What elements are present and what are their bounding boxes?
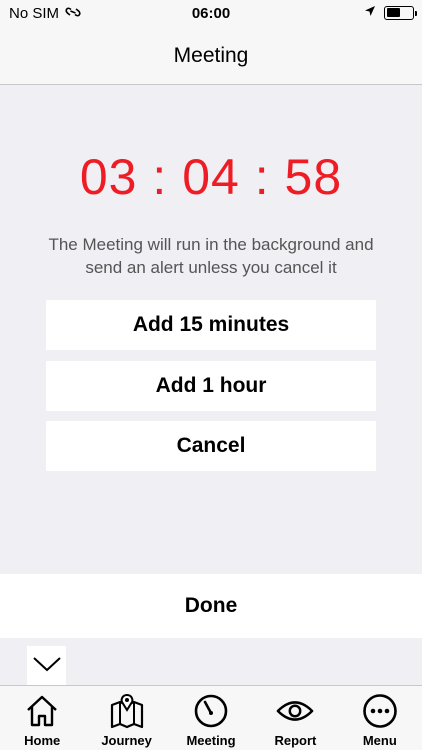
timer-icon bbox=[192, 692, 230, 730]
collapse-toggle[interactable] bbox=[27, 646, 66, 686]
navigation-bar: Meeting bbox=[0, 28, 422, 85]
tab-report[interactable]: Report bbox=[253, 686, 337, 750]
timer-minutes: 04 bbox=[182, 149, 240, 205]
done-button[interactable]: Done bbox=[0, 574, 422, 638]
more-icon bbox=[361, 692, 399, 730]
add-15-minutes-button[interactable]: Add 15 minutes bbox=[46, 300, 376, 350]
status-time: 06:00 bbox=[191, 5, 231, 22]
tab-label: Report bbox=[274, 733, 317, 748]
timer-hours: 03 bbox=[79, 149, 138, 205]
background-message: The Meeting will run in the background a… bbox=[20, 233, 402, 279]
tab-label: Menu bbox=[362, 733, 397, 748]
status-indicators bbox=[364, 4, 417, 21]
eye-icon bbox=[276, 692, 314, 730]
tab-bar: Home Journey Meeting Report Menu bbox=[0, 685, 422, 750]
tab-journey[interactable]: Journey bbox=[84, 686, 168, 750]
timer-separator: : bbox=[152, 149, 168, 205]
countdown-timer: 03 : 04 : 58 bbox=[0, 148, 422, 206]
message-line-2: send an alert unless you cancel it bbox=[85, 258, 337, 277]
tab-meeting[interactable]: Meeting bbox=[169, 686, 253, 750]
tab-menu[interactable]: Menu bbox=[338, 686, 422, 750]
status-bar: No SIM 06:00 bbox=[0, 0, 422, 28]
page-title: Meeting bbox=[173, 44, 249, 67]
timer-separator: : bbox=[254, 149, 270, 205]
tab-home[interactable]: Home bbox=[0, 686, 84, 750]
map-icon bbox=[108, 692, 146, 730]
chevron-down-icon bbox=[32, 656, 62, 677]
timer-seconds: 58 bbox=[284, 149, 343, 205]
tab-label: Home bbox=[24, 733, 61, 748]
tab-label: Meeting bbox=[186, 733, 236, 748]
tab-label: Journey bbox=[101, 733, 152, 748]
message-line-1: The Meeting will run in the background a… bbox=[48, 235, 374, 254]
battery-icon bbox=[384, 5, 417, 20]
cancel-button[interactable]: Cancel bbox=[46, 421, 376, 471]
home-icon bbox=[23, 692, 61, 730]
location-icon bbox=[364, 4, 376, 21]
add-1-hour-button[interactable]: Add 1 hour bbox=[46, 361, 376, 411]
